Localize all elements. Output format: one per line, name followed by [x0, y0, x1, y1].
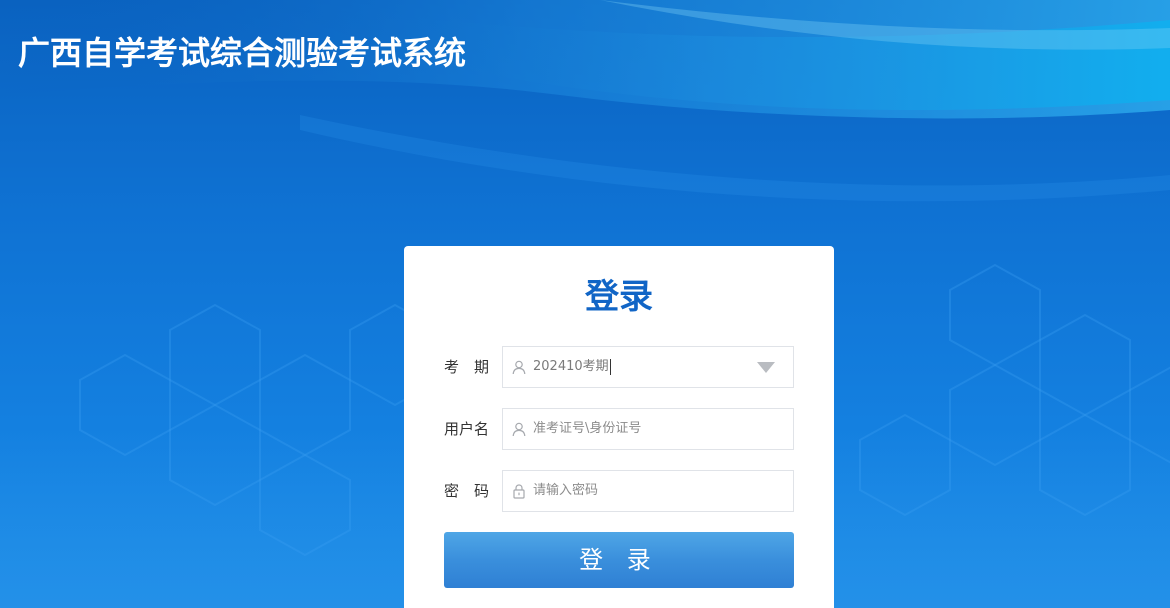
password-row: 密 码 请输入密码: [444, 470, 794, 512]
username-label: 用户名: [444, 420, 490, 438]
user-icon: [511, 421, 527, 437]
period-row: 考 期 202410考期: [444, 346, 794, 388]
period-label: 考 期: [444, 358, 490, 376]
login-card: 登录 考 期 202410考期 用户名 准考证号\身份证号 密 码 请输入密码 …: [404, 246, 834, 608]
page-title: 广西自学考试综合测验考试系统: [18, 34, 467, 72]
password-placeholder: 请输入密码: [533, 483, 599, 498]
period-value: 202410考期: [533, 347, 611, 387]
password-field[interactable]: 请输入密码: [502, 470, 794, 512]
lock-icon: [511, 483, 527, 499]
period-select[interactable]: 202410考期: [502, 346, 794, 388]
period-value-text: 202410考期: [533, 359, 609, 374]
login-page: 广西自学考试综合测验考试系统 登录 考 期 202410考期 用户名 准考证号\…: [0, 0, 1170, 608]
login-heading: 登录: [585, 277, 653, 317]
username-field[interactable]: 准考证号\身份证号: [502, 408, 794, 450]
text-cursor: [609, 358, 611, 375]
user-icon: [511, 359, 527, 375]
login-button[interactable]: 登 录: [444, 532, 794, 588]
username-row: 用户名 准考证号\身份证号: [444, 408, 794, 450]
dropdown-triangle-icon[interactable]: [757, 362, 775, 373]
username-placeholder: 准考证号\身份证号: [533, 421, 642, 436]
password-label: 密 码: [444, 482, 490, 500]
